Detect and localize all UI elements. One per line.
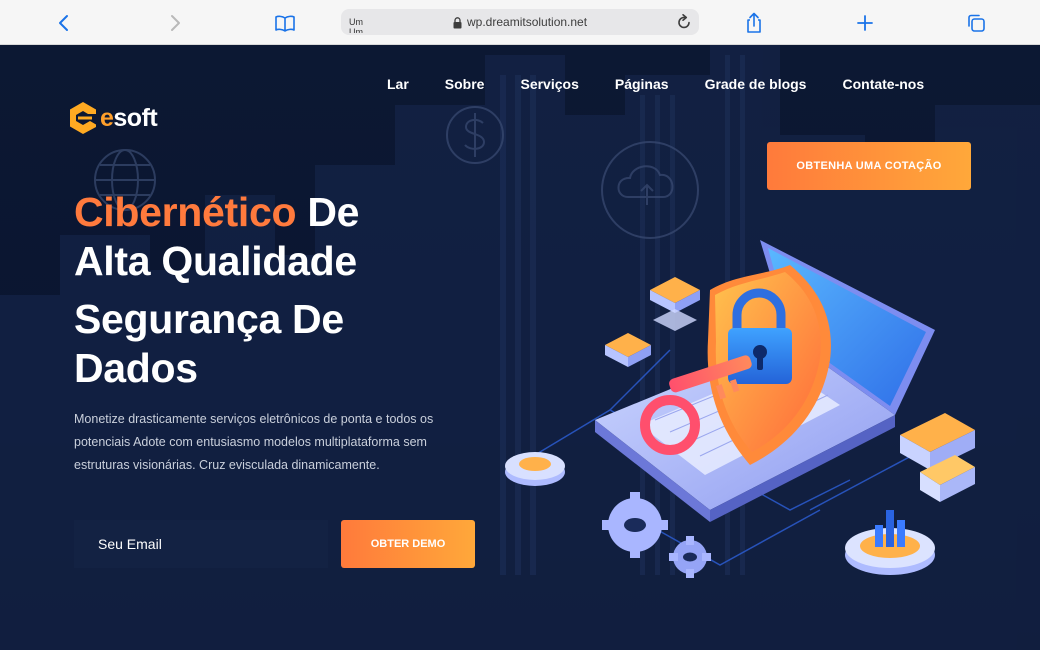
hero-title-line-3: Segurança De [74, 296, 344, 342]
tab-title: Um Um [349, 17, 363, 33]
site-logo[interactable]: esoft [68, 101, 158, 135]
cybersecurity-illustration [505, 240, 975, 578]
hero-title-line-1: Cibernético De [74, 189, 360, 235]
email-input[interactable] [74, 520, 328, 568]
browser-toolbar: Um Um wp.dreamitsolution.net [0, 0, 1040, 45]
hero-title: Cibernético De Alta Qualidade Segurança … [74, 188, 514, 393]
share-icon[interactable] [740, 9, 768, 37]
floating-chips [605, 277, 700, 367]
lock-icon [453, 16, 462, 34]
forward-icon[interactable] [161, 9, 189, 37]
tabs-icon[interactable] [962, 9, 990, 37]
hero-description: Monetize drasticamente serviços eletrôni… [74, 412, 434, 472]
nav-item-servicos[interactable]: Serviços [520, 76, 578, 92]
server-stack [900, 413, 975, 502]
hero-title-line-2: Alta Qualidade [74, 238, 357, 284]
nav-item-sobre[interactable]: Sobre [445, 76, 485, 92]
reload-icon[interactable] [676, 13, 692, 36]
get-demo-button[interactable]: OBTER DEMO [341, 520, 475, 568]
new-tab-icon[interactable] [851, 9, 879, 37]
logo-mark-icon [70, 102, 96, 134]
bookmarks-icon[interactable] [271, 9, 299, 37]
logo-text: esoft [100, 103, 158, 132]
bar-chart [845, 510, 935, 575]
back-icon[interactable] [50, 9, 78, 37]
main-nav: Lar Sobre Serviços Páginas Grade de blog… [387, 76, 960, 92]
nav-item-lar[interactable]: Lar [387, 76, 409, 92]
nav-item-contate-nos[interactable]: Contate-nos [842, 76, 924, 92]
data-disk [505, 452, 565, 486]
address-bar[interactable]: Um Um wp.dreamitsolution.net [341, 9, 699, 35]
nav-item-grade-de-blogs[interactable]: Grade de blogs [705, 76, 807, 92]
url-text: wp.dreamitsolution.net [467, 15, 588, 29]
nav-item-paginas[interactable]: Páginas [615, 76, 669, 92]
hero-section: esoft Lar Sobre Serviços Páginas Grade d… [0, 45, 1040, 650]
hero-title-line-4: Dados [74, 345, 198, 391]
